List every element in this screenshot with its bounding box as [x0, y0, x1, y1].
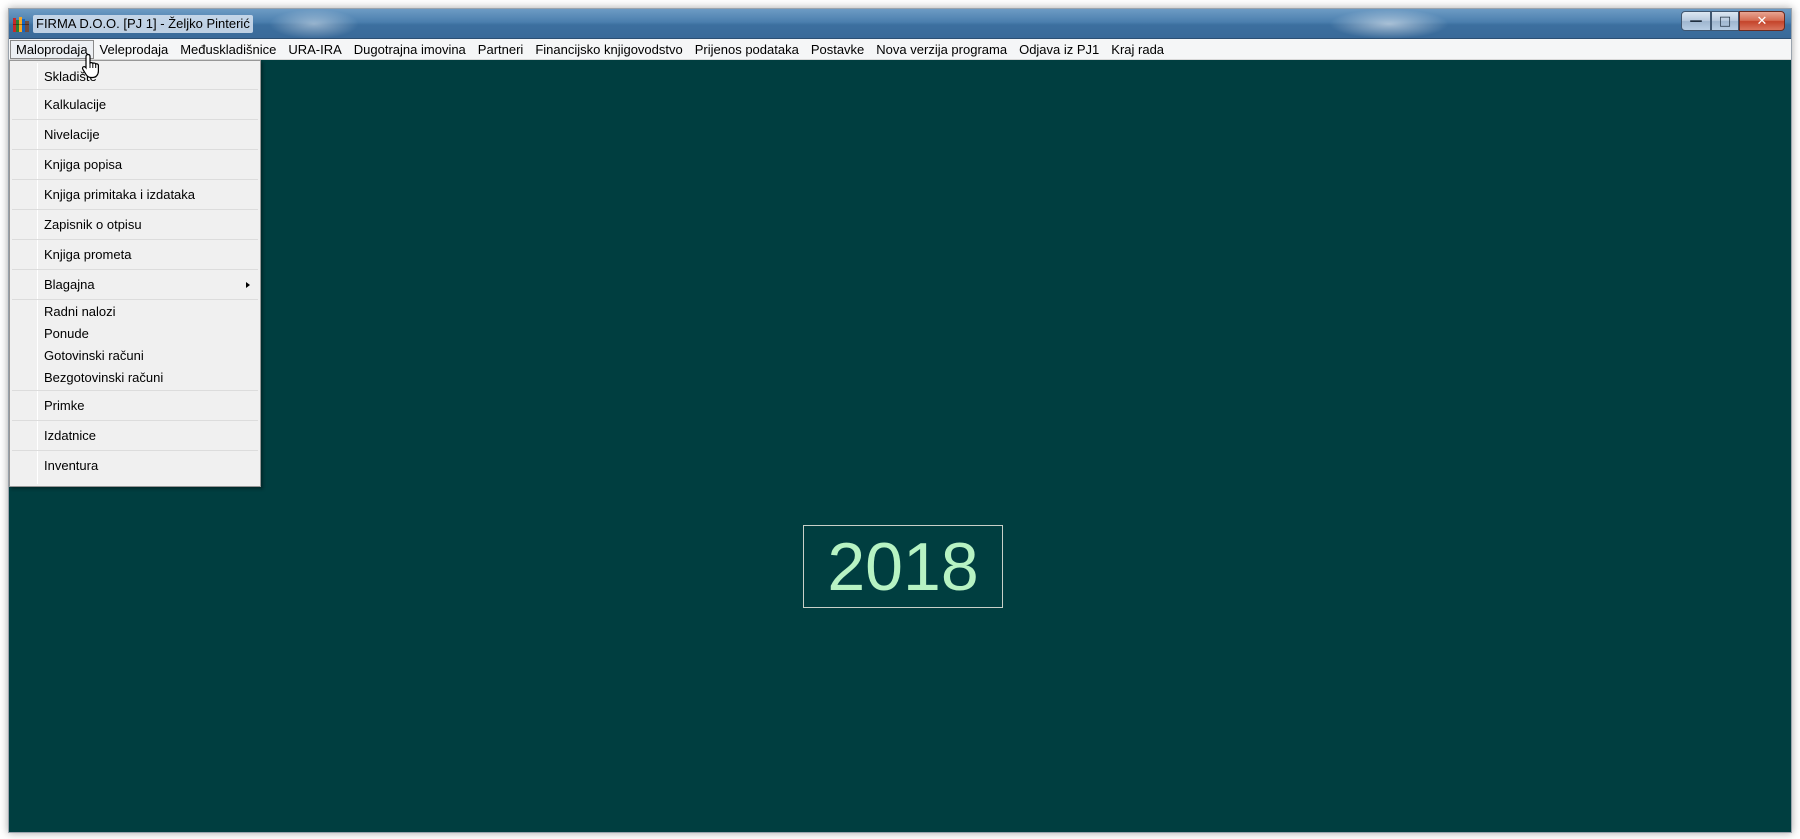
menu-maloprodaja[interactable]: Maloprodaja [10, 39, 94, 59]
menu-item-label: Blagajna [44, 277, 95, 292]
menu-item-ponude[interactable]: Ponude [12, 323, 258, 345]
menu-item-label: Knjiga primitaka i izdataka [44, 187, 196, 202]
menu-item-label: Ponude [44, 326, 89, 341]
menu-item-gotovinski-racuni[interactable]: Gotovinski računi [12, 345, 258, 367]
menu-partneri[interactable]: Partneri [472, 40, 530, 59]
close-button[interactable]: ✕ [1739, 11, 1785, 31]
books-icon[interactable] [13, 16, 29, 32]
app-window: FIRMA D.O.O. [PJ 1] - Željko Pinterić — … [8, 8, 1792, 833]
menu-item-kalkulacije[interactable]: Kalkulacije [12, 90, 258, 120]
menu-item-label: Gotovinski računi [44, 348, 144, 363]
menu-veleprodaja[interactable]: Veleprodaja [94, 40, 175, 59]
titlebar-glow [1329, 9, 1449, 39]
menu-item-radni-nalozi[interactable]: Radni nalozi [12, 301, 258, 323]
menu-item-primke[interactable]: Primke [12, 391, 258, 421]
menu-item-zapisnik-o-otpisu[interactable]: Zapisnik o otpisu [12, 210, 258, 240]
minimize-button[interactable]: — [1681, 11, 1711, 31]
menu-item-izdatnice[interactable]: Izdatnice [12, 421, 258, 451]
menu-odjava[interactable]: Odjava iz PJ1 [1013, 40, 1105, 59]
menu-bar: Maloprodaja Veleprodaja Međuskladišnice … [9, 39, 1791, 60]
menu-item-label: Kalkulacije [44, 97, 107, 112]
menu-postavke[interactable]: Postavke [805, 40, 870, 59]
menu-item-label: Radni nalozi [44, 304, 116, 319]
menu-item-label: Primke [44, 398, 85, 413]
menu-item-skladiste[interactable]: Skladište [12, 64, 258, 90]
menu-item-inventura[interactable]: Inventura [12, 451, 258, 481]
titlebar-glow [269, 9, 359, 39]
menu-item-nivelacije[interactable]: Nivelacije [12, 120, 258, 150]
menu-nova-verzija-programa[interactable]: Nova verzija programa [870, 40, 1013, 59]
maximize-button[interactable]: □ [1711, 11, 1739, 31]
menu-meduskladisnice[interactable]: Međuskladišnice [174, 40, 282, 59]
maximize-icon: □ [1718, 13, 1732, 29]
year-display: 2018 [803, 525, 1003, 608]
menu-item-knjiga-primitaka[interactable]: Knjiga primitaka i izdataka [12, 180, 258, 210]
window-title: FIRMA D.O.O. [PJ 1] - Željko Pinterić [33, 15, 253, 33]
close-icon: ✕ [1756, 13, 1768, 29]
submenu-arrow-icon [246, 281, 250, 288]
title-bar[interactable]: FIRMA D.O.O. [PJ 1] - Željko Pinterić — … [9, 9, 1791, 39]
menu-item-knjiga-popisa[interactable]: Knjiga popisa [12, 150, 258, 180]
menu-item-label: Bezgotovinski računi [44, 370, 164, 385]
menu-dugotrajna-imovina[interactable]: Dugotrajna imovina [348, 40, 472, 59]
main-area: 2018 [9, 60, 1791, 832]
maloprodaja-dropdown: Skladište Kalkulacije Nivelacije Knjiga … [9, 60, 261, 487]
menu-item-label: Izdatnice [44, 428, 97, 443]
menu-item-label: Knjiga popisa [44, 157, 123, 172]
menu-prijenos-podataka[interactable]: Prijenos podataka [689, 40, 805, 59]
menu-item-label: Zapisnik o otpisu [44, 217, 142, 232]
menu-item-label: Inventura [44, 458, 99, 473]
menu-item-knjiga-prometa[interactable]: Knjiga prometa [12, 240, 258, 270]
menu-financijsko-knjigovodstvo[interactable]: Financijsko knjigovodstvo [529, 40, 688, 59]
minimize-icon: — [1689, 13, 1703, 29]
menu-item-blagajna[interactable]: Blagajna [12, 270, 258, 300]
menu-item-label: Nivelacije [44, 127, 100, 142]
window-controls: — □ ✕ [1681, 11, 1785, 31]
menu-kraj-rada[interactable]: Kraj rada [1105, 40, 1170, 59]
menu-ura-ira[interactable]: URA-IRA [282, 40, 347, 59]
menu-item-bezgotovinski-racuni[interactable]: Bezgotovinski računi [12, 367, 258, 391]
menu-item-label: Skladište [44, 69, 97, 84]
menu-item-label: Knjiga prometa [44, 247, 132, 262]
